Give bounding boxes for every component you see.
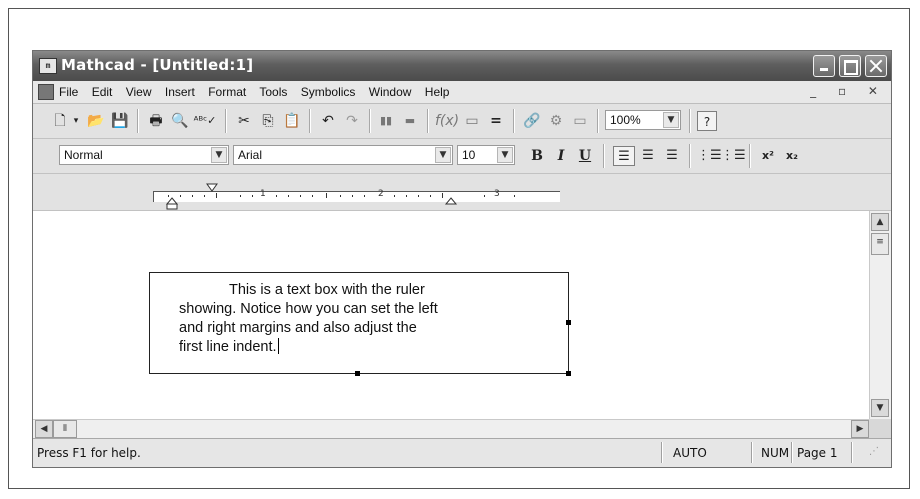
print-preview-icon[interactable]: 🔍 xyxy=(169,111,191,131)
chevron-down-icon[interactable]: ▼ xyxy=(435,147,451,163)
text-caret xyxy=(277,338,279,354)
copy-icon[interactable]: ⎘ xyxy=(257,111,279,131)
numbering-icon[interactable]: ⋮☰ xyxy=(721,146,746,166)
document-window-controls[interactable]: _ ▫ ✕ xyxy=(810,84,887,98)
insert-function-icon[interactable]: f(x) xyxy=(435,111,459,131)
superscript-icon[interactable]: x² xyxy=(757,146,779,166)
zoom-value: 100% xyxy=(610,113,641,127)
status-page: Page 1 xyxy=(797,446,838,460)
status-bar: Press F1 for help. AUTO NUM Page 1 ⋰ xyxy=(33,438,891,467)
align-right-icon[interactable]: ☰ xyxy=(661,146,683,166)
resize-handle-right[interactable] xyxy=(566,320,571,325)
scroll-up-icon[interactable]: ▲ xyxy=(871,213,889,231)
vertical-scrollbar[interactable]: ▲ ≡ ▼ xyxy=(869,211,891,419)
menu-view[interactable]: View xyxy=(126,85,152,99)
chevron-down-icon[interactable]: ▼ xyxy=(497,147,513,163)
scroll-down-icon[interactable]: ▼ xyxy=(871,399,889,417)
align-down-icon[interactable]: ▬ xyxy=(399,111,421,131)
formatting-toolbar: Normal ▼ Arial ▼ 10 ▼ B I U ☰ ☰ ☰ ⋮☰ ⋮☰ … xyxy=(33,139,891,174)
align-across-icon[interactable]: ▮▮ xyxy=(375,111,397,131)
scrollbar-corner xyxy=(869,419,891,439)
save-icon[interactable]: 💾 xyxy=(109,111,131,131)
resize-handle-corner[interactable] xyxy=(566,371,571,376)
ruler-number: 2 xyxy=(378,189,384,199)
style-value: Normal xyxy=(64,148,103,162)
paste-icon[interactable]: 📋 xyxy=(281,111,303,131)
menu-help[interactable]: Help xyxy=(425,85,450,99)
menu-edit[interactable]: Edit xyxy=(92,85,113,99)
window-title: Mathcad - [Untitled:1] xyxy=(61,56,254,74)
title-bar[interactable]: m Mathcad - [Untitled:1] xyxy=(33,51,891,82)
subscript-icon[interactable]: x₂ xyxy=(781,146,803,166)
maximize-button[interactable] xyxy=(839,55,861,77)
cut-icon[interactable]: ✂ xyxy=(233,111,255,131)
horizontal-scroll-thumb[interactable]: ⦀ xyxy=(53,420,77,438)
bold-button[interactable]: B xyxy=(527,146,547,166)
insert-component-icon[interactable]: ⚙ xyxy=(545,111,567,131)
text-region[interactable]: This is a text box with the ruler showin… xyxy=(149,272,571,376)
font-select[interactable]: Arial ▼ xyxy=(233,145,453,165)
zoom-select[interactable]: 100% ▼ xyxy=(605,110,681,130)
text-line: This is a text box with the ruler xyxy=(229,282,425,298)
font-size-select[interactable]: 10 ▼ xyxy=(457,145,515,165)
horizontal-scrollbar[interactable]: ◀ ⦀ ▶ xyxy=(33,419,871,439)
insert-unit-icon[interactable]: ▭ xyxy=(461,111,483,131)
menu-bar: File Edit View Insert Format Tools Symbo… xyxy=(33,81,891,104)
right-indent-marker[interactable] xyxy=(444,197,458,205)
close-button[interactable] xyxy=(865,55,887,77)
chevron-down-icon[interactable]: ▼ xyxy=(211,147,227,163)
text-line: first line indent. xyxy=(179,339,277,355)
standard-toolbar: 🗋 ▾ 📂 💾 🖶 🔍 ᴬᴮᶜ✓ ✂ ⎘ 📋 ↶ ↷ ▮▮ ▬ f(x) ▭ =… xyxy=(33,104,891,139)
minimize-button[interactable] xyxy=(813,55,835,77)
status-calc-mode: AUTO xyxy=(673,446,707,460)
status-num-lock: NUM xyxy=(761,446,790,460)
calculate-icon[interactable]: = xyxy=(485,111,507,131)
bullets-icon[interactable]: ⋮☰ xyxy=(697,146,722,166)
print-icon[interactable]: 🖶 xyxy=(145,111,167,131)
worksheet-area[interactable]: This is a text box with the ruler showin… xyxy=(33,211,871,419)
insert-hyperlink-icon[interactable]: 🔗 xyxy=(521,111,543,131)
chevron-down-icon[interactable]: ▼ xyxy=(663,112,679,128)
mathcad-app-icon[interactable]: m xyxy=(39,58,57,74)
scroll-right-icon[interactable]: ▶ xyxy=(851,420,869,438)
style-select[interactable]: Normal ▼ xyxy=(59,145,229,165)
open-icon[interactable]: 📂 xyxy=(85,111,107,131)
help-icon[interactable]: ? xyxy=(697,111,717,131)
menu-window[interactable]: Window xyxy=(369,85,412,99)
align-left-icon[interactable]: ☰ xyxy=(613,146,635,166)
undo-icon[interactable]: ↶ xyxy=(317,111,339,131)
resize-handle-bottom[interactable] xyxy=(355,371,360,376)
menu-tools[interactable]: Tools xyxy=(259,85,287,99)
new-dropdown-icon[interactable]: ▾ xyxy=(71,111,81,131)
left-indent-marker[interactable] xyxy=(165,197,179,210)
underline-button[interactable]: U xyxy=(575,146,595,166)
text-line: and right margins and also adjust the xyxy=(179,320,417,336)
menu-symbolics[interactable]: Symbolics xyxy=(301,85,356,99)
ruler-number: 3 xyxy=(494,189,500,199)
document-system-icon[interactable] xyxy=(38,84,54,100)
resize-grip-icon[interactable]: ⋰ xyxy=(869,446,879,457)
new-icon[interactable]: 🗋 xyxy=(49,111,71,131)
text-line: showing. Notice how you can set the left xyxy=(179,301,438,317)
vertical-scroll-thumb[interactable]: ≡ xyxy=(871,233,889,255)
font-value: Arial xyxy=(238,148,263,162)
spell-check-icon[interactable]: ᴬᴮᶜ✓ xyxy=(193,111,217,131)
mathcad-window: m Mathcad - [Untitled:1] File Edit View … xyxy=(32,50,892,468)
redo-icon[interactable]: ↷ xyxy=(341,111,363,131)
menu-file[interactable]: File xyxy=(59,85,78,99)
align-center-icon[interactable]: ☰ xyxy=(637,146,659,166)
status-help-text: Press F1 for help. xyxy=(37,446,141,460)
menu-insert[interactable]: Insert xyxy=(165,85,195,99)
scroll-left-icon[interactable]: ◀ xyxy=(35,420,53,438)
ruler[interactable]: 1 2 3 xyxy=(153,183,560,210)
menu-format[interactable]: Format xyxy=(208,85,246,99)
first-line-indent-marker[interactable] xyxy=(206,183,218,192)
ruler-bar: 1 2 3 xyxy=(33,174,891,211)
italic-button[interactable]: I xyxy=(551,146,571,166)
resource-center-icon[interactable]: ▭ xyxy=(569,111,591,131)
font-size-value: 10 xyxy=(462,148,476,162)
ruler-number: 1 xyxy=(260,189,266,199)
